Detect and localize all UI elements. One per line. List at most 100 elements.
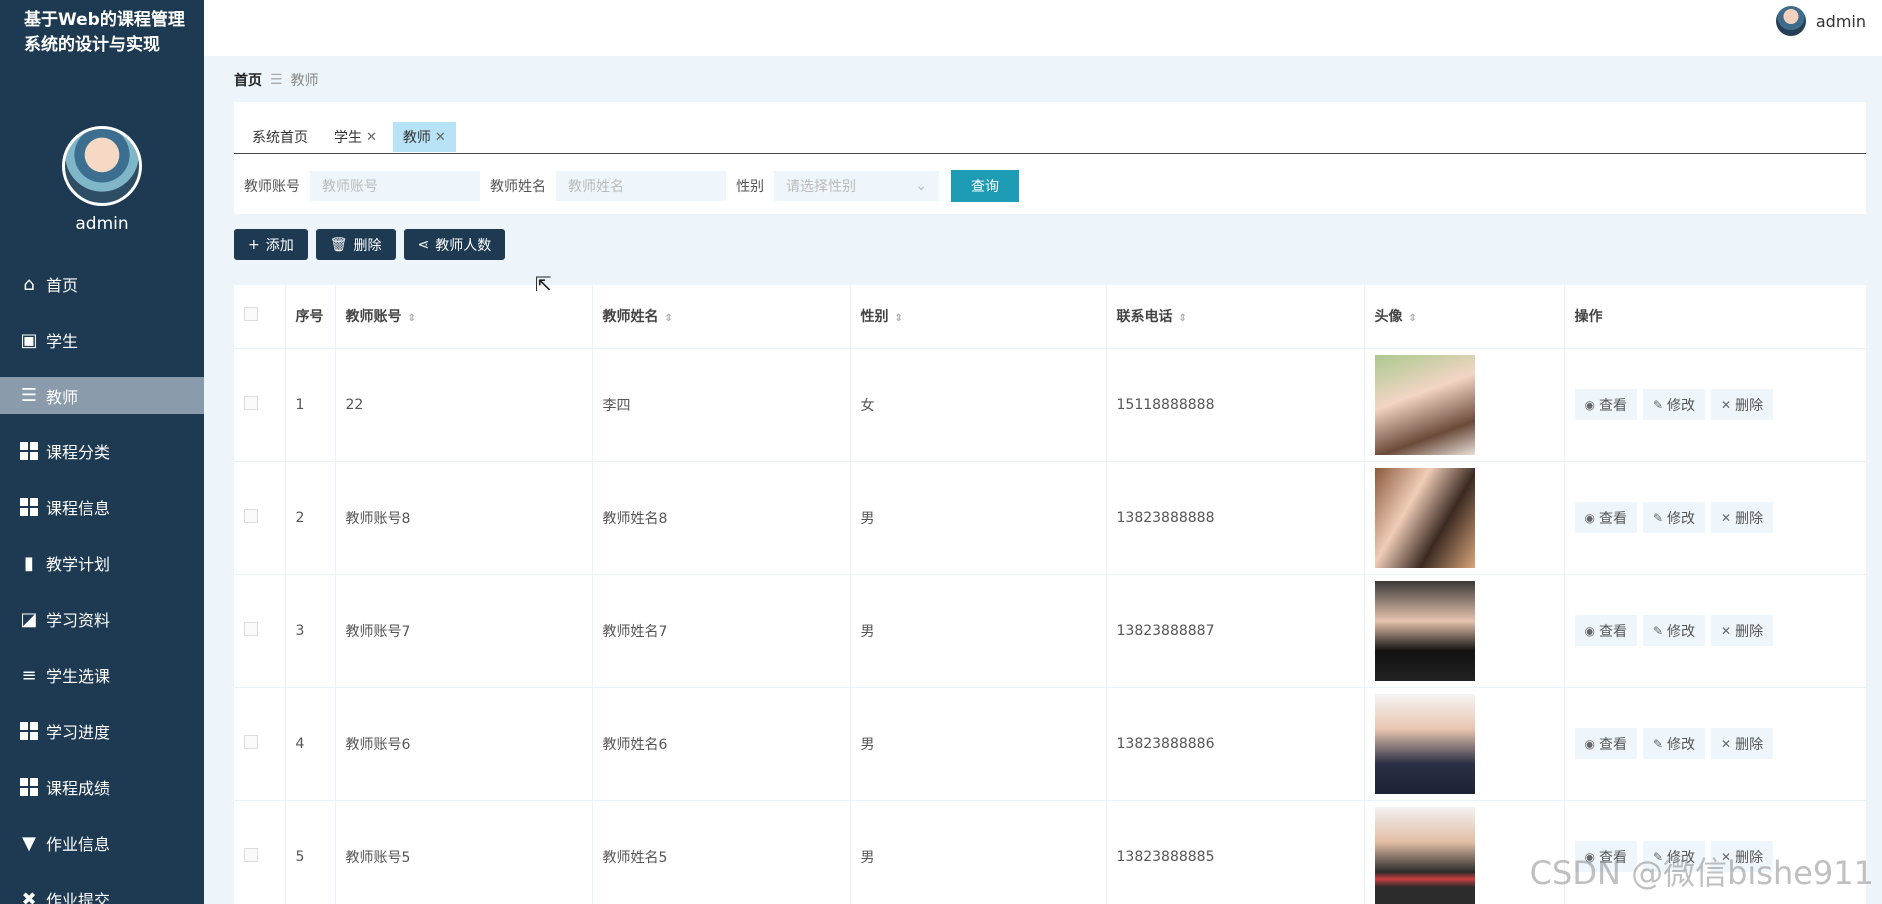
name-label: 教师姓名 (490, 179, 546, 195)
eye-icon: ◉ (1584, 397, 1595, 412)
view-button[interactable]: ◉ 查看 (1574, 389, 1637, 420)
header-label: 头像 (1374, 309, 1403, 326)
avatar[interactable] (62, 126, 142, 206)
list-icon: ≡ (21, 664, 37, 686)
view-button[interactable]: ◉ 查看 (1574, 502, 1637, 533)
header-account[interactable]: 教师账号 ⇕ (335, 285, 593, 349)
teacher-photo (1374, 580, 1475, 681)
sidebar-item-grades[interactable]: 课程成绩 (0, 759, 204, 815)
tab-divider (234, 153, 1866, 154)
account-search-input[interactable]: 教师账号 (310, 171, 480, 201)
tab-teacher[interactable]: 教师 ✕ (392, 122, 456, 152)
close-icon[interactable]: ✕ (366, 130, 377, 145)
sliders-icon: ☰ (20, 385, 38, 406)
view-button[interactable]: ◉ 查看 (1574, 728, 1637, 759)
sidebar-item-course-selection[interactable]: ≡ 学生选课 (0, 647, 204, 703)
sidebar-item-teacher[interactable]: ☰ 教师 (0, 377, 204, 414)
cell-avatar (1364, 348, 1565, 462)
tab-system-home[interactable]: 系统首页 (242, 122, 318, 152)
row-checkbox[interactable] (244, 621, 258, 636)
sort-icon[interactable]: ⇕ (895, 313, 903, 324)
sidebar-item-label: 教学计划 (46, 555, 111, 574)
sort-icon[interactable]: ⇕ (1409, 313, 1417, 324)
batch-delete-button[interactable]: 🗑 删除 (315, 229, 396, 260)
edit-button[interactable]: ✎ 修改 (1642, 615, 1706, 646)
cell-index: 2 (285, 461, 336, 575)
row-checkbox[interactable] (244, 508, 258, 523)
edit-button[interactable]: ✎ 修改 (1642, 728, 1706, 759)
view-label: 查看 (1598, 623, 1627, 640)
close-icon[interactable]: ✕ (435, 130, 446, 145)
sort-icon[interactable]: ⇕ (408, 313, 416, 324)
delete-button[interactable]: ✕ 删除 (1711, 389, 1774, 420)
header-label: 教师姓名 (602, 309, 659, 326)
sidebar-item-course-info[interactable]: 课程信息 (0, 479, 204, 535)
delete-label: 删除 (353, 237, 382, 254)
teacher-photo (1374, 806, 1475, 904)
query-button[interactable]: 查询 (951, 170, 1019, 202)
name-search-input[interactable]: 教师姓名 (556, 171, 726, 201)
teacher-photo (1374, 693, 1475, 794)
edit-button[interactable]: ✎ 修改 (1642, 389, 1706, 420)
header-avatar[interactable]: 头像 ⇕ (1364, 285, 1565, 349)
cell-phone: 13823888886 (1106, 687, 1365, 801)
bar-chart-icon: ▮ (24, 552, 34, 574)
eye-icon: ◉ (1584, 623, 1595, 638)
delete-button[interactable]: ✕ 删除 (1711, 728, 1774, 759)
edit-icon: ✎ (1652, 623, 1664, 638)
teacher-count-button[interactable]: ⋖ 教师人数 (403, 229, 506, 260)
sidebar-item-progress[interactable]: 学习进度 (0, 703, 204, 759)
delete-label: 删除 (1735, 397, 1764, 414)
sidebar: 基于Web的课程管理系统的设计与实现 admin ⌂ 首页 ▣ 学生 ☰ 教师 … (0, 0, 204, 904)
user-menu[interactable]: admin (1775, 6, 1866, 36)
sort-icon[interactable]: ⇕ (665, 313, 673, 324)
profile-name: admin (75, 214, 129, 234)
breadcrumb-home[interactable]: 首页 (234, 70, 262, 90)
view-label: 查看 (1598, 510, 1627, 527)
cell-account: 22 (335, 348, 593, 462)
delete-button[interactable]: ✕ 删除 (1711, 615, 1774, 646)
header-gender[interactable]: 性别 ⇕ (850, 285, 1107, 349)
sidebar-item-materials[interactable]: ◪ 学习资料 (0, 591, 204, 647)
cell-account: 教师账号8 (335, 461, 593, 575)
share-icon: ⋖ (417, 236, 430, 253)
table-row: 3 教师账号7 教师姓名7 男 13823888887 ◉ 查看 ✎ 修改 ✕ 删除 (234, 574, 1866, 688)
sidebar-item-course-category[interactable]: 课程分类 (0, 423, 204, 479)
row-select-cell (234, 348, 286, 462)
sidebar-item-homework-submit[interactable]: ✖ 作业提交 (0, 871, 204, 904)
edit-button[interactable]: ✎ 修改 (1642, 502, 1706, 533)
edit-label: 修改 (1667, 397, 1696, 414)
sidebar-item-label: 教师 (46, 387, 79, 407)
table-row: 2 教师账号8 教师姓名8 男 13823888888 ◉ 查看 ✎ 修改 ✕ 删除 (234, 461, 1866, 575)
tab-label: 系统首页 (252, 130, 308, 146)
action-bar: + 添加 🗑 删除 ⋖ 教师人数 (234, 229, 506, 260)
select-all-checkbox[interactable] (244, 307, 258, 322)
row-checkbox[interactable] (244, 734, 258, 749)
tab-student[interactable]: 学生 ✕ (324, 122, 387, 152)
count-label: 教师人数 (435, 237, 492, 254)
header-label: 联系电话 (1116, 309, 1173, 326)
sidebar-item-homework[interactable]: ▼ 作业信息 (0, 815, 204, 871)
cell-gender: 男 (850, 687, 1107, 801)
select-all-cell (234, 285, 286, 349)
sidebar-item-home[interactable]: ⌂ 首页 (0, 256, 204, 312)
add-button[interactable]: + 添加 (234, 229, 308, 260)
row-checkbox[interactable] (244, 847, 258, 862)
home-icon: ⌂ (23, 273, 35, 295)
delete-button[interactable]: ✕ 删除 (1711, 502, 1774, 533)
header-phone[interactable]: 联系电话 ⇕ (1106, 285, 1365, 349)
breadcrumb: 首页 ☰ 教师 (234, 70, 319, 90)
cell-index: 5 (285, 800, 336, 904)
sidebar-item-student[interactable]: ▣ 学生 (0, 312, 204, 368)
gender-select[interactable]: 请选择性别 ⌄ (774, 171, 939, 201)
header-label: 性别 (860, 309, 889, 326)
row-checkbox[interactable] (244, 395, 258, 410)
view-button[interactable]: ◉ 查看 (1574, 615, 1637, 646)
sort-icon[interactable]: ⇕ (1179, 313, 1187, 324)
search-form: 教师账号 教师账号 教师姓名 教师姓名 性别 请选择性别 ⌄ 查询 (244, 170, 1019, 202)
sidebar-item-teaching-plan[interactable]: ▮ 教学计划 (0, 535, 204, 591)
header-name[interactable]: 教师姓名 ⇕ (592, 285, 851, 349)
cell-avatar (1364, 687, 1565, 801)
cell-phone: 13823888887 (1106, 574, 1365, 688)
cell-phone: 13823888888 (1106, 461, 1365, 575)
